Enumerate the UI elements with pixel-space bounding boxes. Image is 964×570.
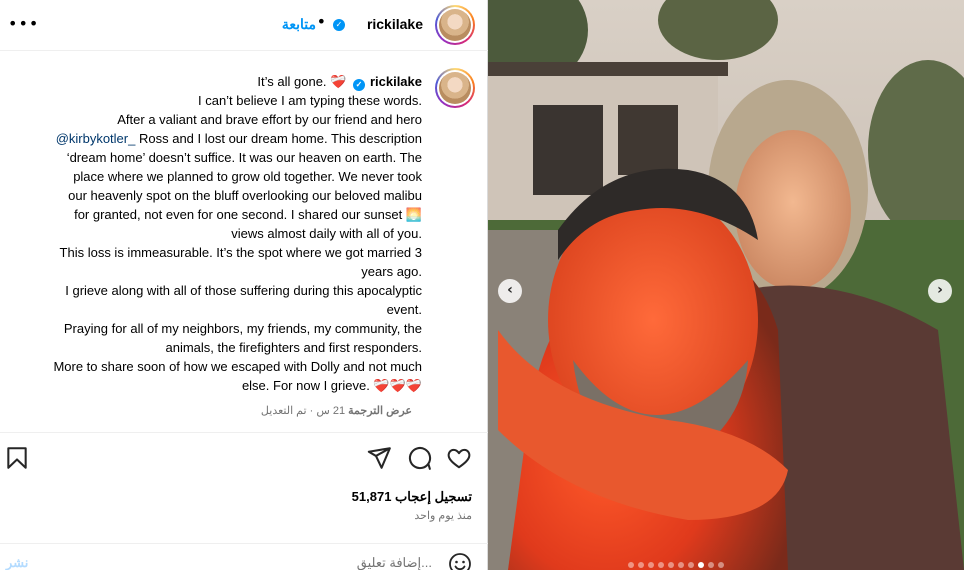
caption-meta: عرض الترجمة 21 س · تم التعديل [261,404,422,417]
carousel-indicator [628,562,724,568]
see-translation-link[interactable]: عرض الترجمة [348,405,412,417]
couple-photo-image [488,0,964,570]
header-avatar[interactable] [435,5,475,45]
posted-ago: منذ يوم واحد [414,510,472,522]
caption-section: It’s all gone. ❤️‍🩹 ✓ rickilake I can’t b… [0,56,488,431]
verified-badge-icon: ✓ [333,19,345,31]
emoji-smile-icon[interactable] [448,552,472,570]
carousel-dot [648,562,654,568]
caption-line-1: It’s all gone. ❤️‍🩹 ✓ rickilake [257,74,422,91]
caption-line: Praying for all of my neighbors, my frie… [63,321,422,336]
post-photo[interactable]: ‹ › [488,0,964,570]
carousel-dot [628,562,634,568]
edited-label: تم التعديل [260,405,307,417]
caption-line: place where we planned to grow old toget… [73,169,422,184]
comment-bar: إضافة تعليق... نشر [0,543,488,570]
caption-line: event. [386,302,422,317]
carousel-dot [658,562,664,568]
carousel-dot [698,562,704,568]
verified-badge-icon: ✓ [352,79,365,91]
caption-avatar[interactable] [435,68,475,108]
meta-separator: · [309,405,314,417]
header-username[interactable]: rickilake [367,16,423,32]
share-send-icon[interactable] [366,445,392,471]
caption-line: ‘dream home’ doesn’t suffice. It was our… [66,150,422,165]
carousel-dot [718,562,724,568]
carousel-dot [638,562,644,568]
caption-line: I grieve along with all of those sufferi… [65,283,422,298]
caption-line: More to share soon of how we escaped wit… [53,359,422,374]
action-bar: 51,871 تسجيل إعجاب منذ يوم واحد [0,432,488,542]
save-bookmark-icon[interactable] [4,445,30,471]
caption-line: I can’t believe I am typing these words. [197,93,422,108]
mention-link[interactable]: @kirbykotler_ [56,131,136,146]
carousel-next-button[interactable]: › [928,279,952,303]
post-comment-button[interactable]: نشر [6,555,28,570]
follow-button[interactable]: متابعة [282,16,316,33]
caption-line: views almost daily with all of you. [231,226,422,241]
likes-count[interactable]: 51,871 تسجيل إعجاب [352,489,472,505]
post-side-panel: ••• متابعة • ✓ rickilake It’s all gone. … [0,0,488,570]
caption-line: This loss is immeasurable. It’s the spot… [59,245,422,260]
caption-text: It’s all gone. ❤️‍🩹 ✓ rickilake I can’t b… [12,72,422,395]
comment-input[interactable]: إضافة تعليق... [357,555,432,570]
caption-line: animals, the firefighters and first resp… [165,340,422,355]
post-header: ••• متابعة • ✓ rickilake [0,0,488,51]
caption-line: @kirbykotler_ Ross and I lost our dream … [55,131,422,146]
caption-username[interactable]: rickilake [370,74,422,89]
caption-line: years ago. [361,264,422,279]
caption-line: our heavenly spot on the bluff overlooki… [68,188,422,203]
more-options-button[interactable]: ••• [8,14,39,33]
caption-line: After a valiant and brave effort by our … [117,112,422,127]
carousel-dot [668,562,674,568]
caption-time: 21 س [316,405,346,417]
caption-line: for granted, not even for one second. I … [74,207,422,222]
carousel-prev-button[interactable]: ‹ [498,279,522,303]
carousel-dot [678,562,684,568]
carousel-dot [708,562,714,568]
carousel-dot [688,562,694,568]
like-heart-icon[interactable] [446,445,472,471]
caption-line: else. For now I grieve. ❤️‍🩹❤️‍🩹❤️‍🩹 [241,378,422,393]
comment-bubble-icon[interactable] [406,445,432,471]
header-separator: • [316,12,326,31]
